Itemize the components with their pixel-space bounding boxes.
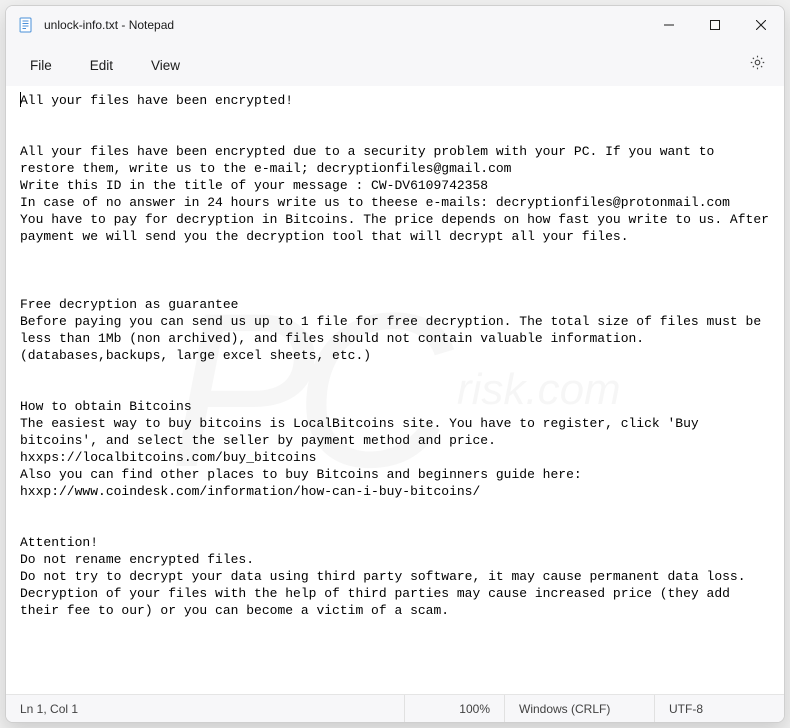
minimize-button[interactable] — [646, 6, 692, 44]
status-zoom[interactable]: 100% — [404, 695, 504, 722]
status-line-ending: Windows (CRLF) — [504, 695, 654, 722]
close-button[interactable] — [738, 6, 784, 44]
menu-edit[interactable]: Edit — [76, 52, 127, 79]
maximize-button[interactable] — [692, 6, 738, 44]
status-encoding: UTF-8 — [654, 695, 784, 722]
window-controls — [646, 6, 784, 44]
settings-button[interactable] — [740, 48, 774, 82]
menubar: File Edit View — [6, 44, 784, 86]
text-caret — [20, 92, 21, 107]
document-text[interactable]: All your files have been encrypted! All … — [6, 86, 784, 629]
status-cursor-position: Ln 1, Col 1 — [6, 695, 404, 722]
notepad-app-icon — [18, 17, 34, 33]
statusbar: Ln 1, Col 1 100% Windows (CRLF) UTF-8 — [6, 694, 784, 722]
notepad-window: unlock-info.txt - Notepad File Edit View — [5, 5, 785, 723]
titlebar: unlock-info.txt - Notepad — [6, 6, 784, 44]
editor-area[interactable]: PC risk.com All your files have been enc… — [6, 86, 784, 694]
menu-file[interactable]: File — [16, 52, 66, 79]
menu-view[interactable]: View — [137, 52, 194, 79]
window-title: unlock-info.txt - Notepad — [44, 18, 174, 32]
gear-icon — [749, 54, 766, 76]
